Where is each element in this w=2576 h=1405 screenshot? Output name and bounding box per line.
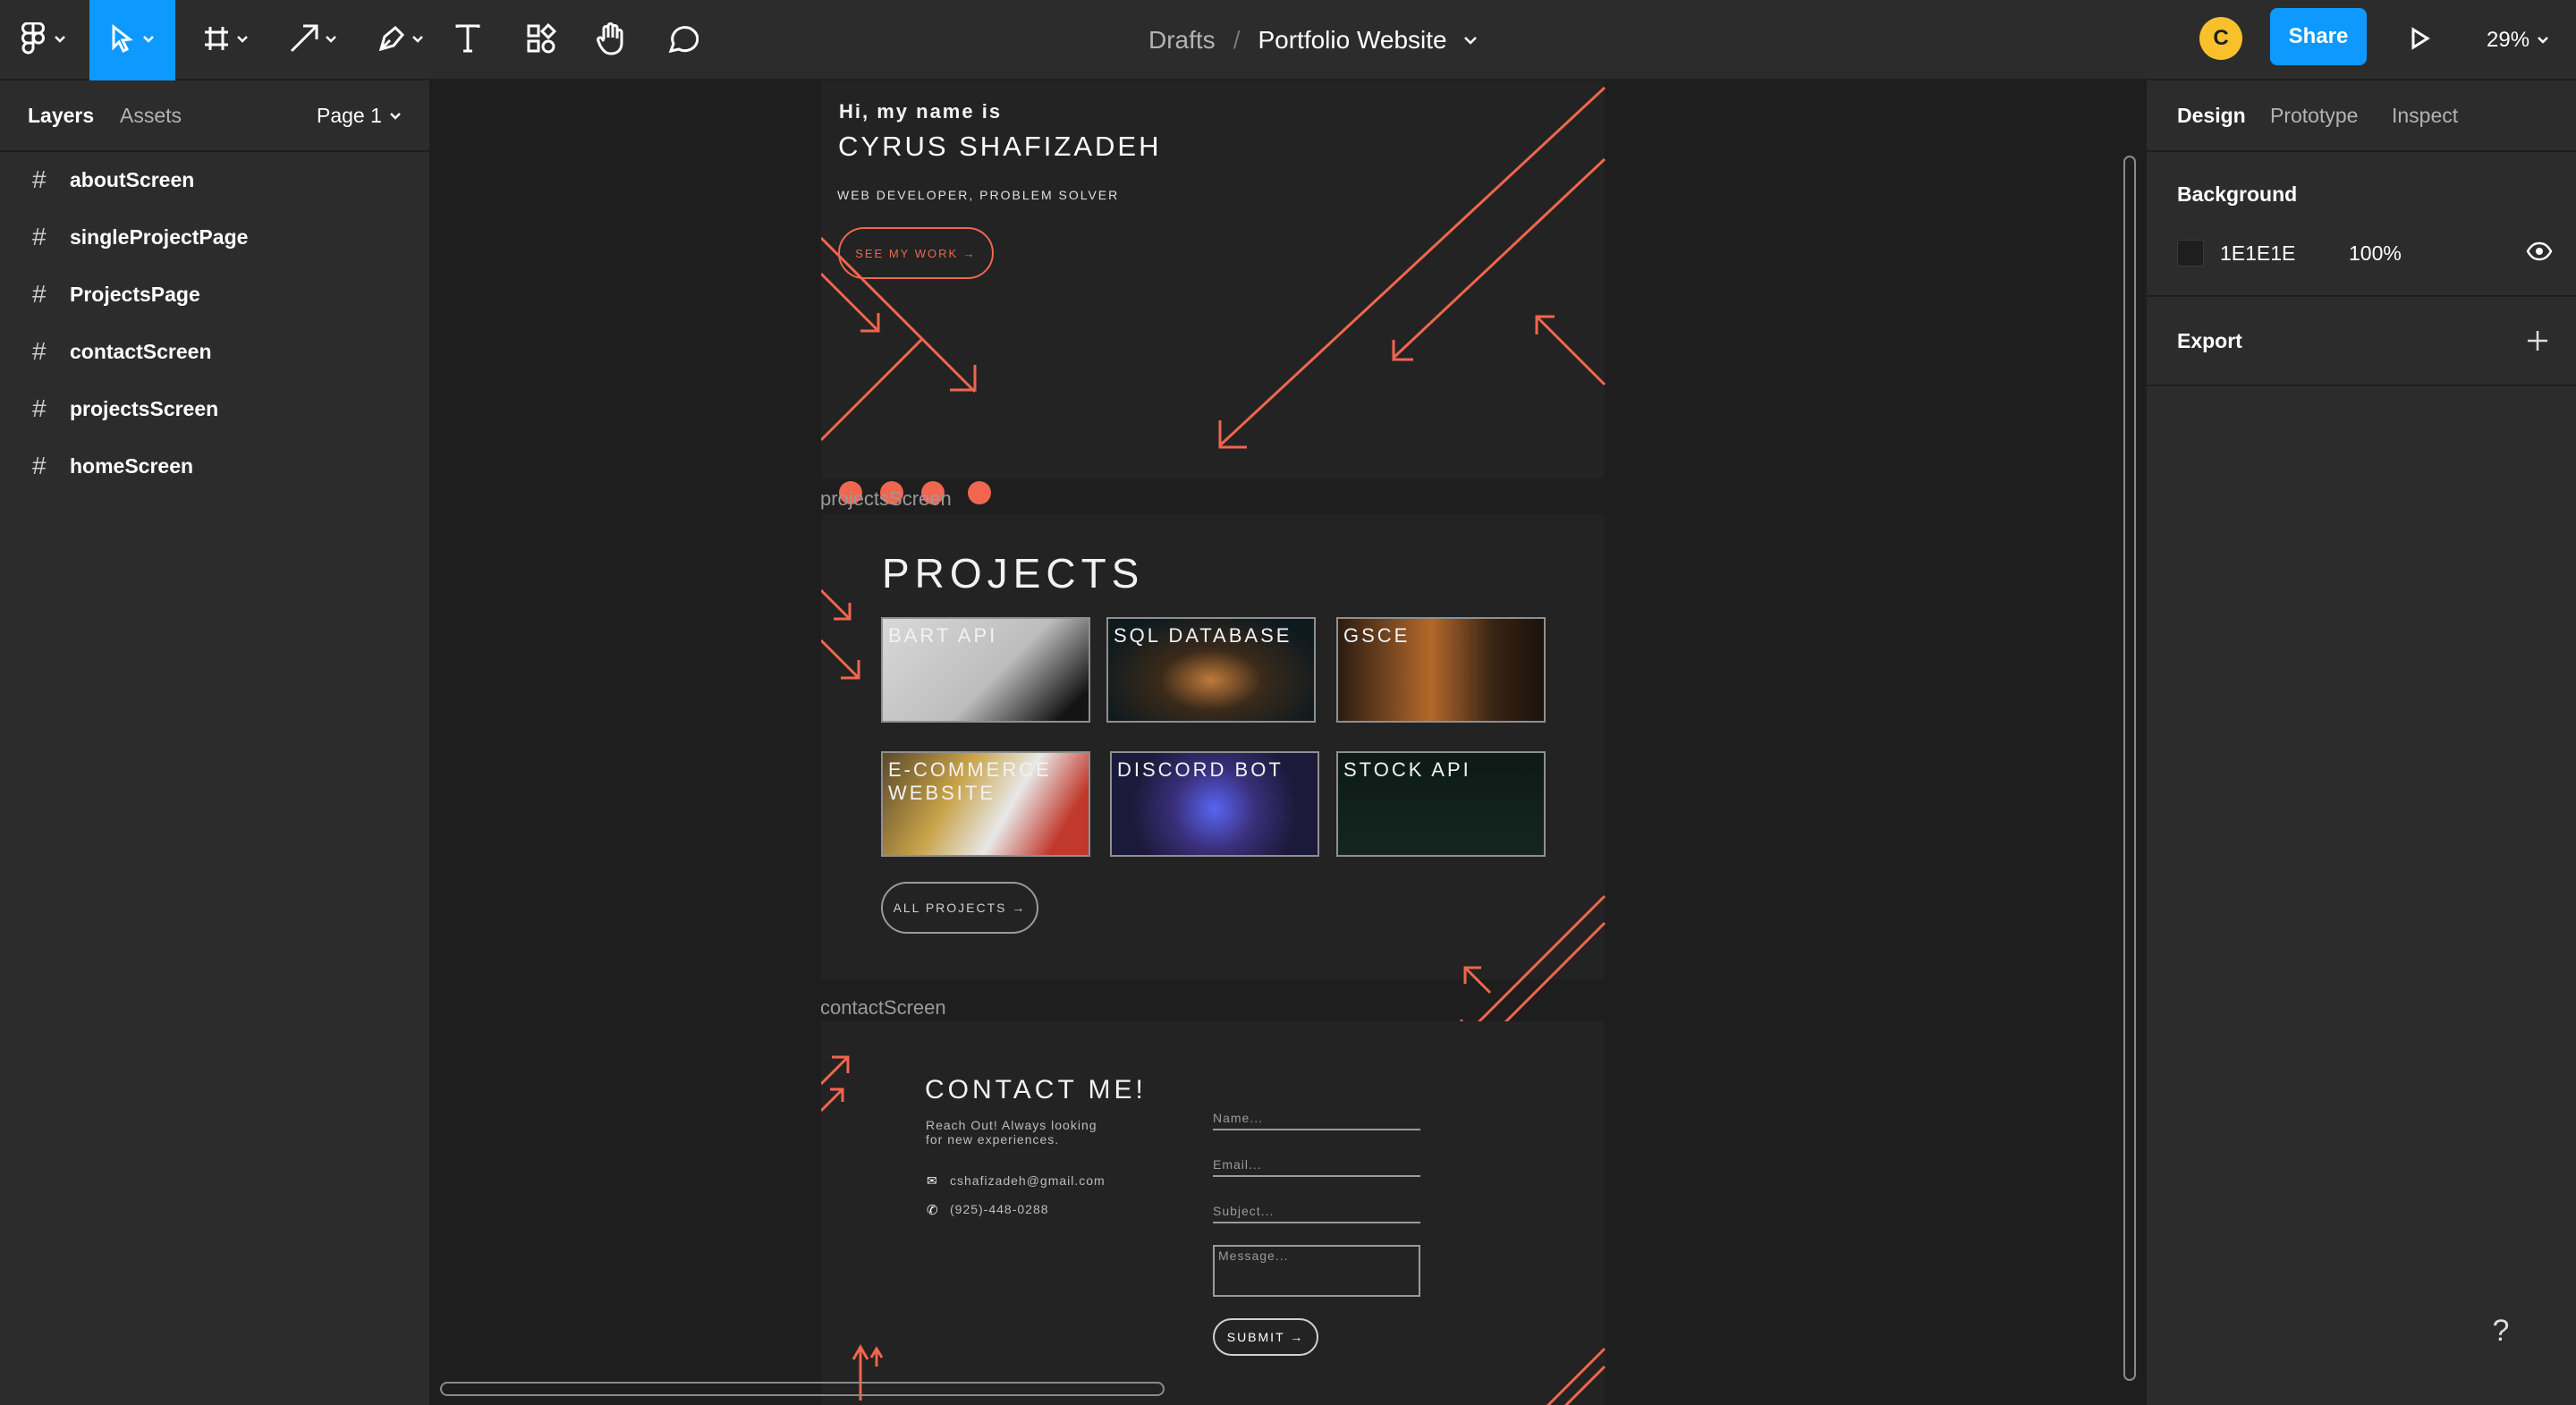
frame-icon: # bbox=[32, 394, 47, 422]
tab-layers[interactable]: Layers bbox=[28, 104, 94, 128]
breadcrumb: Drafts / Portfolio Website bbox=[1148, 0, 1478, 80]
chevron-down-icon bbox=[325, 32, 337, 48]
tab-inspect[interactable]: Inspect bbox=[2392, 104, 2458, 128]
layer-item-aboutscreen[interactable]: # aboutScreen bbox=[0, 151, 429, 208]
chevron-down-icon bbox=[54, 32, 66, 48]
layers-panel: Layers Assets Page 1 # aboutScreen # singl… bbox=[0, 80, 431, 1405]
background-title: Background bbox=[2177, 182, 2298, 206]
figma-logo-icon bbox=[21, 21, 45, 59]
layer-item-singleprojectpage[interactable]: # singleProjectPage bbox=[0, 208, 429, 266]
frame-icon: # bbox=[32, 223, 47, 250]
background-section: Background 1E1E1E 100% bbox=[2147, 152, 2576, 297]
toolbar: Drafts / Portfolio Website C Share 29% bbox=[0, 0, 2576, 80]
canvas[interactable]: Hi, my name is CYRUS SHAFIZADEH WEB DEVE… bbox=[431, 80, 2145, 1405]
hand-tool-button[interactable] bbox=[590, 0, 631, 80]
hand-tool-icon bbox=[596, 21, 626, 60]
frame-icon: # bbox=[32, 337, 47, 365]
vertical-scrollbar[interactable] bbox=[2123, 156, 2136, 1381]
zoom-level: 29% bbox=[2487, 28, 2530, 52]
chevron-down-icon[interactable] bbox=[1463, 36, 1478, 45]
panel-tabs: Layers Assets Page 1 bbox=[0, 80, 429, 152]
page-selector-label: Page 1 bbox=[317, 104, 382, 127]
chevron-down-icon bbox=[411, 32, 424, 48]
layer-name: contactScreen bbox=[70, 339, 212, 363]
tab-assets[interactable]: Assets bbox=[120, 104, 182, 128]
present-button[interactable] bbox=[2401, 0, 2440, 80]
layer-item-projectsscreen[interactable]: # projectsScreen bbox=[0, 380, 429, 437]
add-export-icon[interactable] bbox=[2526, 329, 2549, 357]
hero-decorative-arrows bbox=[821, 86, 1606, 449]
background-opacity[interactable]: 100% bbox=[2349, 241, 2402, 266]
contact-decorative-arrows bbox=[821, 1055, 1606, 1405]
share-button[interactable]: Share bbox=[2270, 8, 2367, 65]
layer-item-contactscreen[interactable]: # contactScreen bbox=[0, 323, 429, 380]
frame-icon: # bbox=[32, 452, 47, 479]
horizontal-scrollbar[interactable] bbox=[440, 1382, 1165, 1396]
main-menu-button[interactable] bbox=[0, 0, 88, 80]
layer-name: aboutScreen bbox=[70, 167, 195, 191]
background-hex[interactable]: 1E1E1E bbox=[2220, 241, 2295, 266]
tab-prototype[interactable]: Prototype bbox=[2270, 104, 2358, 128]
page-selector[interactable]: Page 1 bbox=[317, 104, 402, 128]
comment-tool-button[interactable] bbox=[662, 0, 703, 80]
layer-name: ProjectsPage bbox=[70, 282, 200, 306]
breadcrumb-separator: / bbox=[1233, 26, 1241, 54]
shape-tool-button[interactable] bbox=[277, 0, 349, 80]
chevron-down-icon bbox=[2537, 36, 2549, 45]
projects-frame-label[interactable]: projectsScreen bbox=[820, 487, 952, 511]
properties-panel: Design Prototype Inspect Background 1E1E… bbox=[2145, 80, 2576, 1405]
chevron-down-icon bbox=[389, 112, 402, 121]
layer-name: singleProjectPage bbox=[70, 224, 249, 249]
export-section: Export bbox=[2147, 297, 2576, 386]
tab-design[interactable]: Design bbox=[2177, 104, 2246, 128]
export-title: Export bbox=[2177, 329, 2242, 352]
projects-decorative-arrows bbox=[821, 588, 1606, 1041]
text-tool-icon bbox=[454, 23, 481, 58]
help-button[interactable]: ? bbox=[2469, 1299, 2533, 1363]
contact-frame-label[interactable]: contactScreen bbox=[820, 996, 946, 1020]
frame-tool-button[interactable] bbox=[190, 0, 261, 80]
pen-tool-icon bbox=[377, 24, 406, 57]
layer-item-projectspage[interactable]: # ProjectsPage bbox=[0, 266, 429, 323]
frame-icon: # bbox=[32, 280, 47, 308]
zoom-control[interactable]: 29% bbox=[2487, 0, 2549, 80]
file-name[interactable]: Portfolio Website bbox=[1258, 26, 1446, 55]
frame-icon: # bbox=[32, 165, 47, 193]
comment-tool-icon bbox=[666, 23, 699, 58]
pen-tool-button[interactable] bbox=[365, 0, 436, 80]
chevron-down-icon bbox=[142, 32, 155, 48]
move-tool-button[interactable] bbox=[89, 0, 175, 80]
text-tool-button[interactable] bbox=[447, 0, 488, 80]
resources-button[interactable] bbox=[521, 0, 562, 80]
panel-tabs: Design Prototype Inspect bbox=[2147, 80, 2576, 152]
eye-icon[interactable] bbox=[2526, 241, 2553, 266]
move-tool-icon bbox=[110, 23, 135, 57]
arrow-tool-icon bbox=[289, 23, 319, 58]
background-color-swatch[interactable] bbox=[2177, 240, 2204, 267]
youtube-icon[interactable] bbox=[968, 481, 991, 504]
breadcrumb-drafts[interactable]: Drafts bbox=[1148, 26, 1216, 55]
layer-item-homescreen[interactable]: # homeScreen bbox=[0, 437, 429, 495]
frame-tool-icon bbox=[202, 24, 231, 57]
play-icon bbox=[2411, 26, 2430, 55]
avatar[interactable]: C bbox=[2199, 17, 2242, 60]
layer-name: homeScreen bbox=[70, 453, 194, 478]
resources-icon bbox=[526, 22, 557, 58]
chevron-down-icon bbox=[236, 32, 249, 48]
layer-name: projectsScreen bbox=[70, 396, 219, 420]
